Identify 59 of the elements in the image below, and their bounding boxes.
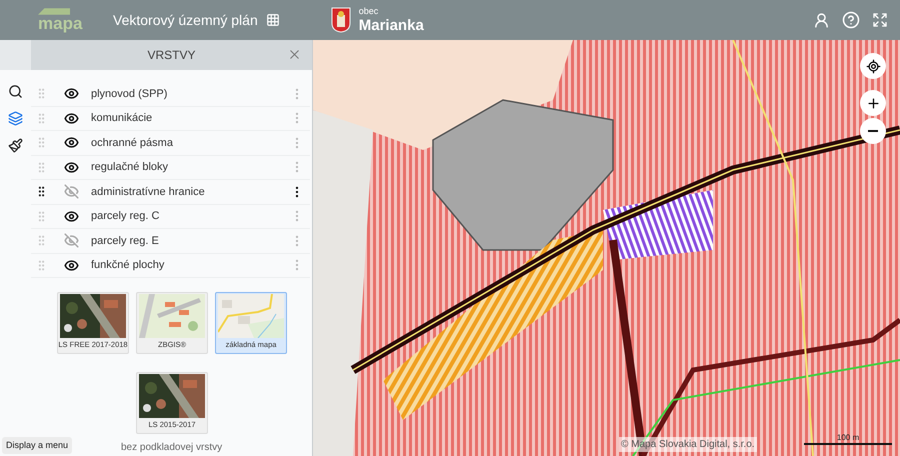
visibility-toggle[interactable] <box>64 258 79 273</box>
municipality-name: Marianka <box>358 18 424 33</box>
panel-title: VRSTVY <box>147 47 196 64</box>
visibility-toggle[interactable] <box>64 86 79 102</box>
layer-name: ochranné pásma <box>91 136 173 150</box>
layer-name: regulačné bloky <box>91 160 168 175</box>
layer-row[interactable]: komunikácie <box>31 106 310 131</box>
no-basemap-option[interactable]: bez podkladovej vrstvy <box>121 440 222 455</box>
coat-of-arms-icon <box>330 7 351 33</box>
scale-label: 100 m <box>836 433 860 443</box>
visibility-toggle[interactable] <box>64 208 79 224</box>
help-icon <box>842 11 860 29</box>
eye-icon <box>64 135 79 150</box>
layer-row[interactable]: administratívne hranice <box>31 180 310 204</box>
minus-icon <box>868 130 878 132</box>
user-icon <box>813 12 830 28</box>
logo-icon <box>38 8 70 15</box>
map-attribution: © Mapa Slovakia Digital, s.r.o. <box>619 437 757 452</box>
eye-icon <box>64 208 79 224</box>
eye-icon <box>64 110 79 126</box>
layer-name: administratívne hranice <box>91 184 205 200</box>
eye-icon <box>64 160 79 175</box>
layer-row[interactable]: regulačné bloky <box>31 156 310 180</box>
eye-off-icon <box>64 184 79 200</box>
municipality-label: obec <box>358 7 380 16</box>
eye-icon <box>64 258 79 273</box>
fullscreen-icon <box>872 12 888 28</box>
locate-icon <box>866 58 880 74</box>
plus-icon <box>866 96 880 110</box>
visibility-toggle[interactable] <box>64 160 79 175</box>
fullscreen-button[interactable] <box>872 12 888 28</box>
layer-row[interactable]: parcely reg. E <box>31 229 310 254</box>
layer-row[interactable]: funkčné plochy <box>31 254 310 278</box>
visibility-toggle[interactable] <box>64 135 79 150</box>
layer-name: plynovod (SPP) <box>91 86 168 102</box>
help-button[interactable] <box>842 11 860 29</box>
layer-name: parcely reg. E <box>91 234 159 248</box>
visibility-toggle[interactable] <box>64 184 79 200</box>
tooltip: Display a menu <box>2 436 72 454</box>
layer-row[interactable]: parcely reg. C <box>31 204 310 229</box>
brush-icon <box>8 138 23 153</box>
eye-off-icon <box>64 233 79 248</box>
rail-button[interactable] <box>8 138 23 153</box>
eye-icon <box>64 86 79 102</box>
rail-button[interactable] <box>8 84 23 99</box>
search-icon <box>8 84 23 99</box>
visibility-toggle[interactable] <box>64 233 79 248</box>
app-title: Vektorový územný plán <box>113 10 258 30</box>
layer-name: funkčné plochy <box>91 258 164 273</box>
layer-row[interactable]: ochranné pásma <box>31 131 310 156</box>
apps-grid-icon <box>266 13 280 27</box>
apps-button[interactable] <box>266 13 280 27</box>
layers-icon <box>8 111 23 126</box>
layer-row[interactable]: plynovod (SPP) <box>31 82 310 106</box>
user-button[interactable] <box>813 12 830 28</box>
layer-name: komunikácie <box>91 111 152 126</box>
logo-text: mapa <box>38 15 82 32</box>
visibility-toggle[interactable] <box>64 110 79 126</box>
layer-name: parcely reg. C <box>91 209 160 224</box>
